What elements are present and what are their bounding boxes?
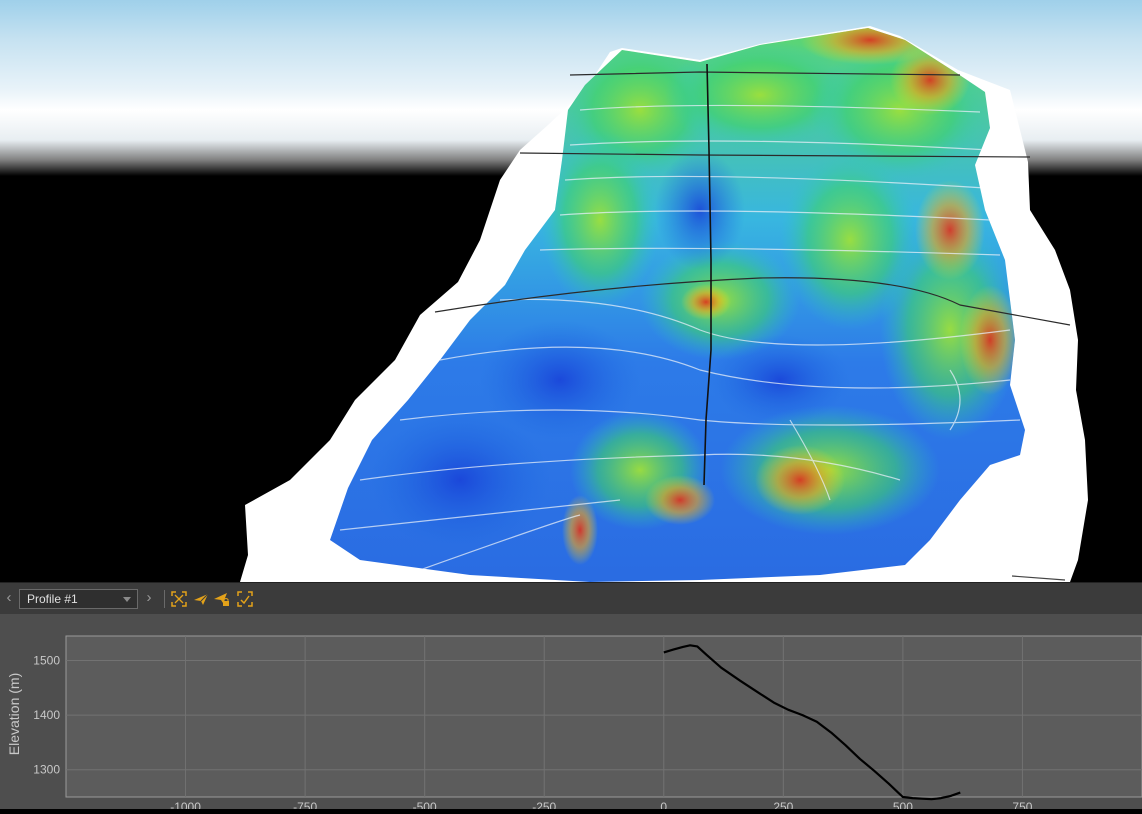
send-locked-icon[interactable] (214, 591, 230, 607)
profile-toolbar: ‹ Profile #1 › (0, 582, 1142, 614)
3d-terrain-viewport[interactable] (0, 0, 1142, 582)
send-icon[interactable] (193, 591, 209, 607)
zoom-extents-icon[interactable] (171, 591, 187, 607)
x-tick-label: 750 (1012, 800, 1032, 809)
y-tick-label: 1400 (33, 708, 60, 722)
x-tick-label: -750 (293, 800, 317, 809)
x-tick-label: 250 (773, 800, 793, 809)
x-tick-label: -500 (413, 800, 437, 809)
profile-dropdown-value: Profile #1 (27, 592, 78, 606)
y-axis-label: Elevation (m) (6, 673, 22, 755)
x-tick-label: -1000 (170, 800, 201, 809)
elevation-profile-panel: -1000 -750 -500 -250 0 250 500 750 1300 1400 1500 … (0, 614, 1142, 814)
y-tick-label: 1500 (33, 654, 60, 668)
x-tick-label: -250 (532, 800, 556, 809)
profile-dropdown[interactable]: Profile #1 (19, 589, 138, 609)
previous-profile-button[interactable]: ‹ (3, 589, 15, 607)
y-tick-label: 1300 (33, 763, 60, 777)
chevron-down-icon (123, 597, 131, 602)
terrain-render (240, 26, 1088, 582)
x-tick-label: 0 (660, 800, 667, 809)
elevation-profile-chart[interactable]: -1000 -750 -500 -250 0 250 500 750130014001500 … (0, 614, 1142, 814)
x-tick-label: 500 (893, 800, 913, 809)
fit-selection-icon[interactable] (237, 591, 253, 607)
next-profile-button[interactable]: › (143, 589, 155, 607)
toolbar-separator (164, 590, 165, 608)
